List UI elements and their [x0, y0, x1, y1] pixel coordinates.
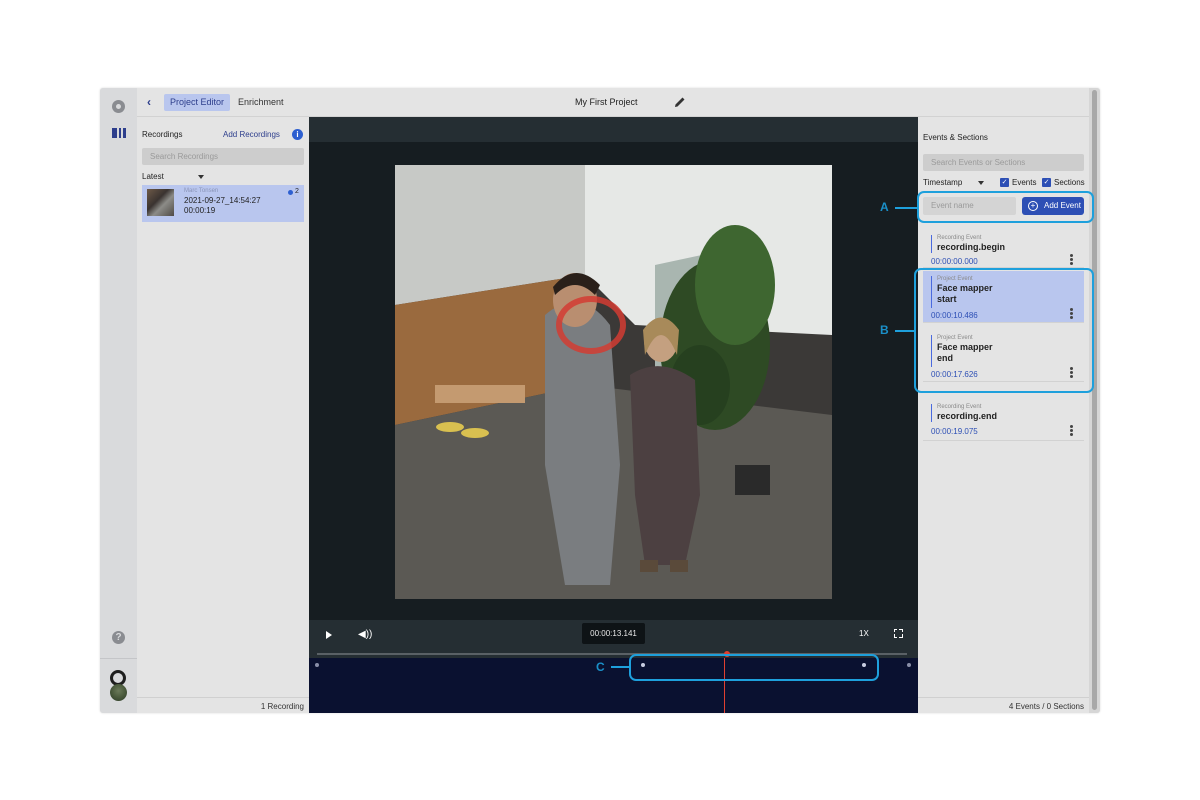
avatar[interactable]	[110, 684, 127, 701]
help-icon[interactable]: ?	[112, 631, 125, 644]
nav-rail: ?	[100, 88, 137, 713]
event-bar	[931, 404, 932, 422]
info-icon[interactable]: i	[292, 129, 303, 140]
events-checkbox[interactable]: ✓	[1000, 178, 1009, 187]
event-list-item[interactable]: Recording Event recording.begin 00:00:00…	[923, 230, 1084, 268]
recording-duration: 00:00:19	[184, 206, 216, 215]
sort-dropdown[interactable]: Timestamp	[923, 178, 962, 187]
scene-video-frame[interactable]	[395, 165, 832, 599]
search-events-input[interactable]: Search Events or Sections	[923, 154, 1084, 171]
more-options-icon[interactable]	[1070, 425, 1073, 437]
pencil-icon[interactable]	[674, 96, 686, 108]
callout-c-label: C	[596, 660, 605, 674]
top-bar: ‹ Project Editor Enrichment My First Pro…	[137, 88, 1089, 117]
recording-name: 2021-09-27_14:54:27	[184, 196, 261, 205]
recordings-footer: 1 Recording	[137, 697, 309, 711]
callout-a-box	[917, 191, 1094, 223]
scene-illustration	[395, 165, 832, 599]
timeline-marker[interactable]	[315, 663, 319, 667]
fullscreen-icon[interactable]	[893, 628, 903, 638]
recording-count: 1 Recording	[260, 702, 304, 711]
sections-checkbox[interactable]: ✓	[1042, 178, 1051, 187]
video-header-strip	[309, 117, 918, 142]
tab-project-editor[interactable]: Project Editor	[164, 94, 231, 111]
event-dot-icon	[288, 190, 293, 195]
callout-c-line	[611, 666, 629, 668]
events-header: Events & Sections	[923, 133, 988, 142]
events-count: 4 Events / 0 Sections	[1008, 702, 1084, 711]
volume-icon[interactable]: ◀))	[358, 629, 372, 640]
projects-icon[interactable]	[112, 128, 126, 138]
recordings-panel: Recordings Add Recordings i Search Recor…	[137, 117, 309, 713]
callout-a-label: A	[880, 200, 889, 214]
playback-speed-button[interactable]: 1X	[859, 629, 869, 638]
callout-b-line	[895, 330, 914, 332]
app-window: ? ‹ Project Editor Enrichment My First P…	[100, 88, 1100, 713]
rail-divider	[100, 658, 137, 659]
video-area: ◀)) 00:00:13.141 1X	[309, 117, 918, 713]
callout-b-box	[914, 268, 1094, 393]
recordings-header: Recordings	[142, 130, 183, 139]
workspace-logo-icon[interactable]	[112, 100, 125, 113]
event-name: recording.begin	[937, 242, 1006, 252]
event-time[interactable]: 00:00:19.075	[931, 427, 978, 436]
callout-b-label: B	[880, 323, 889, 337]
recording-thumbnail	[147, 189, 174, 216]
event-type: Recording Event	[937, 235, 982, 241]
timeline-marker[interactable]	[907, 663, 911, 667]
events-filter-label: Events	[1012, 178, 1037, 187]
callout-c-box	[629, 654, 879, 681]
event-name: recording.end	[937, 411, 998, 421]
recording-event-count: 2	[295, 188, 299, 195]
tab-enrichment[interactable]: Enrichment	[237, 94, 285, 111]
project-title: My First Project	[575, 97, 638, 107]
chevron-down-icon[interactable]	[978, 181, 984, 185]
timecode: 00:00:13.141	[582, 623, 645, 644]
sort-dropdown[interactable]: Latest	[142, 172, 164, 181]
scrollbar-thumb[interactable]	[1092, 90, 1097, 710]
event-time[interactable]: 00:00:00.000	[931, 257, 978, 266]
events-footer: 4 Events / 0 Sections	[918, 697, 1089, 711]
callout-a-line	[895, 207, 917, 209]
add-recordings-link[interactable]: Add Recordings	[223, 130, 280, 139]
recording-list-item[interactable]: Marc Tonsen 2021-09-27_14:54:27 00:00:19…	[142, 185, 304, 222]
back-icon[interactable]: ‹	[147, 95, 161, 109]
sections-filter-label: Sections	[1054, 178, 1085, 187]
chevron-down-icon[interactable]	[198, 175, 204, 179]
recording-author: Marc Tonsen	[184, 188, 219, 194]
search-recordings-input[interactable]: Search Recordings	[142, 148, 304, 165]
more-options-icon[interactable]	[1070, 254, 1073, 266]
play-icon[interactable]	[326, 631, 332, 639]
event-bar	[931, 235, 932, 253]
player-controls: ◀)) 00:00:13.141 1X	[309, 620, 918, 650]
event-list-item[interactable]: Recording Event recording.end 00:00:19.0…	[923, 399, 1084, 441]
gaze-circle	[556, 296, 626, 354]
scrollbar[interactable]	[1089, 88, 1100, 713]
event-type: Recording Event	[937, 404, 982, 410]
